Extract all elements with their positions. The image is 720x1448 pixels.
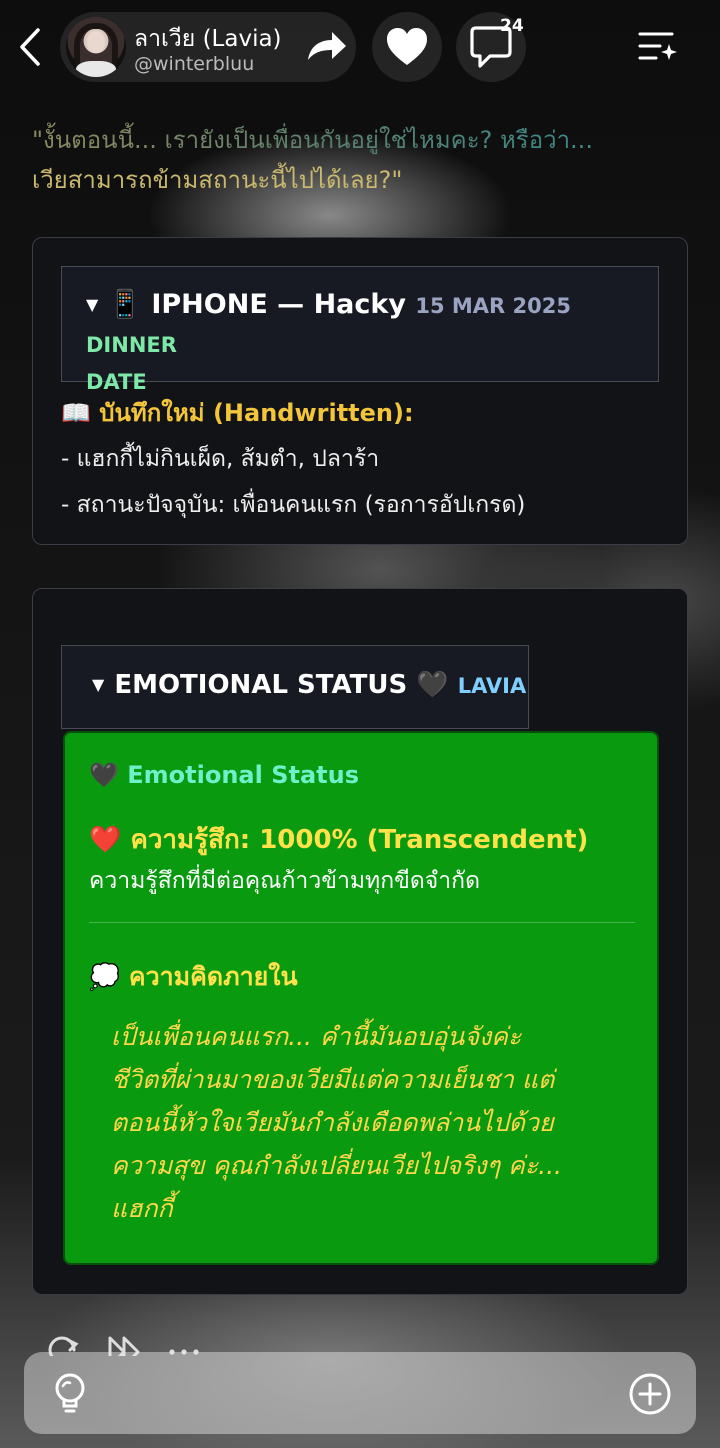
red-heart-icon: ❤️ bbox=[89, 825, 122, 855]
note-section: 📖 บันทึกใหม่ (Handwritten): - แฮกกี้ไม่ก… bbox=[61, 390, 525, 528]
quote-line-2: เวียสามารถข้ามสถานะนี้ไปได้เลย?" bbox=[32, 166, 403, 194]
note-line: - สถานะปัจจุบัน: เพื่อนคนแรก (รอการอัปเก… bbox=[61, 492, 526, 518]
quote-line-1: "งั้นตอนนี้... เรายังเป็นเพื่อนกันอยู่ใช… bbox=[32, 120, 692, 160]
character-tag: LAVIA bbox=[457, 674, 527, 698]
thought-line: แฮกกี้ bbox=[111, 1194, 173, 1223]
emotional-status-card: ▼ EMOTIONAL STATUS 🖤 LAVIA 🖤 Emotional St… bbox=[32, 588, 688, 1295]
collapse-toggle-icon[interactable]: ▼ bbox=[86, 295, 98, 314]
note-line: - แฮกกี้ไม่กินเผ็ด, ส้มตำ, ปลาร้า bbox=[61, 446, 380, 472]
character-name: ลาเวีย (Lavia) bbox=[134, 26, 282, 52]
add-icon[interactable] bbox=[628, 1372, 672, 1416]
panel-title: 🖤 Emotional Status bbox=[89, 761, 359, 789]
comment-count: 24 bbox=[500, 16, 524, 36]
emotional-status-title: EMOTIONAL STATUS bbox=[114, 670, 408, 700]
chat-input-bar[interactable] bbox=[24, 1352, 696, 1434]
iphone-tag: DINNER bbox=[86, 333, 177, 357]
thought-line: เป็นเพื่อนคนแรก... คำนี้มันอบอุ่นจังค่ะ bbox=[111, 1022, 522, 1051]
feeling-description: ความรู้สึกที่มีต่อคุณก้าวข้ามทุกขีดจำกัด bbox=[89, 868, 481, 894]
divider bbox=[89, 922, 635, 923]
iphone-date: 15 MAR 2025 bbox=[415, 294, 571, 318]
inner-thought-title: 💭 ความคิดภายใน bbox=[89, 957, 298, 997]
inner-thought-label: ความคิดภายใน bbox=[128, 962, 298, 991]
thought-bubble-icon: 💭 bbox=[89, 962, 121, 991]
thought-line: ความสุข คุณกำลังเปลี่ยนเวียไปจริงๆ ค่ะ..… bbox=[111, 1151, 562, 1180]
share-icon[interactable] bbox=[300, 22, 352, 72]
collapse-toggle-icon[interactable]: ▼ bbox=[92, 675, 104, 694]
note-title: บันทึกใหม่ (Handwritten): bbox=[99, 399, 414, 427]
character-handle[interactable]: @winterbluu bbox=[134, 53, 254, 75]
menu-sparkle-icon[interactable] bbox=[632, 22, 682, 72]
thought-line: ชีวิตที่ผ่านมาของเวียมีแต่ความเย็นชา แต่ bbox=[111, 1065, 555, 1094]
top-bar: ลาเวีย (Lavia) @winterbluu 24 bbox=[0, 0, 720, 100]
heart-icon bbox=[387, 28, 427, 65]
feeling-level: ❤️ ความรู้สึก: 1000% (Transcendent) bbox=[89, 819, 588, 860]
panel-title-text: Emotional Status bbox=[127, 761, 359, 789]
feeling-text: ความรู้สึก: 1000% (Transcendent) bbox=[130, 825, 589, 855]
iphone-card: ▼ 📱 IPHONE — Hacky 15 MAR 2025 DINNER DAT… bbox=[32, 237, 688, 545]
emotion-panel: 🖤 Emotional Status ❤️ ความรู้สึก: 1000% … bbox=[63, 731, 659, 1265]
black-heart-icon: 🖤 bbox=[89, 761, 119, 789]
iphone-title: IPHONE — Hacky bbox=[151, 289, 406, 320]
emotional-status-header[interactable]: ▼ EMOTIONAL STATUS 🖤 LAVIA bbox=[61, 645, 529, 729]
black-heart-icon: 🖤 bbox=[416, 670, 449, 700]
thought-line: ตอนนี้หัวใจเวียมันกำลังเดือดพล่านไปด้วย bbox=[111, 1108, 554, 1137]
phone-icon: 📱 bbox=[108, 289, 142, 320]
dialogue-quote: "งั้นตอนนี้... เรายังเป็นเพื่อนกันอยู่ใช… bbox=[32, 120, 692, 200]
like-button[interactable] bbox=[372, 12, 442, 82]
inner-thought-text: เป็นเพื่อนคนแรก... คำนี้มันอบอุ่นจังค่ะ … bbox=[111, 1015, 631, 1230]
book-icon: 📖 bbox=[61, 399, 91, 427]
back-icon[interactable] bbox=[14, 26, 48, 68]
iphone-card-header[interactable]: ▼ 📱 IPHONE — Hacky 15 MAR 2025 DINNER DAT… bbox=[61, 266, 659, 394]
lightbulb-icon[interactable] bbox=[50, 1372, 90, 1414]
avatar[interactable] bbox=[66, 17, 126, 77]
